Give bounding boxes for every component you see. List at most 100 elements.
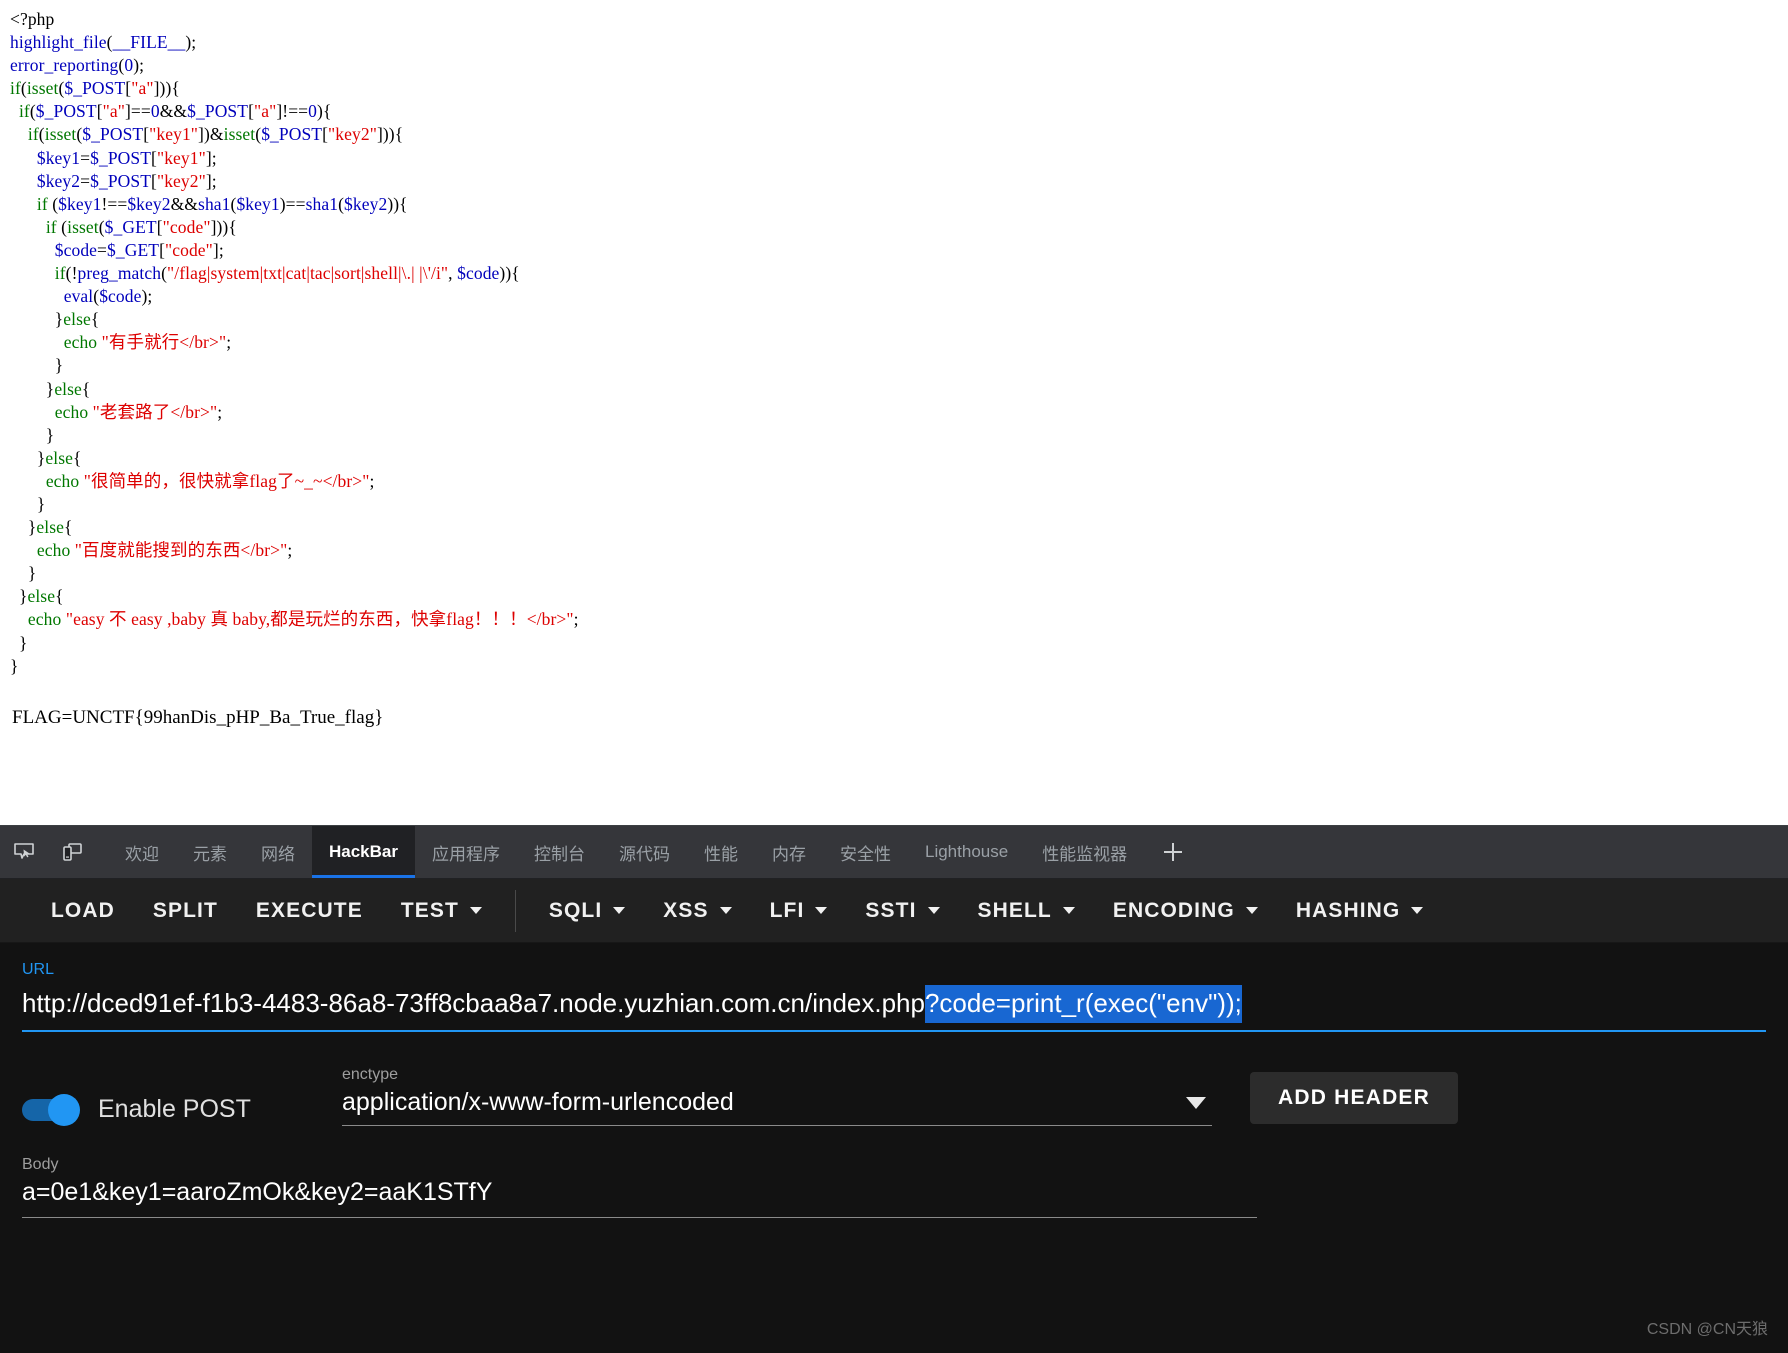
code-line: } [10, 424, 579, 447]
enctype-select[interactable]: application/x-www-form-urlencoded [342, 1088, 1212, 1126]
tab-application[interactable]: 应用程序 [415, 826, 517, 878]
php-source-page: <?php highlight_file(__FILE__); error_repo… [0, 0, 1788, 825]
code-token: $_POST [90, 147, 152, 168]
code-token: ])){ [210, 216, 237, 237]
load-button[interactable]: LOAD [32, 889, 134, 933]
code-token: if [45, 216, 57, 237]
tab-label: 内存 [772, 844, 806, 864]
code-line: echo "百度就能搜到的东西</br>"; [10, 539, 579, 562]
code-token: if [10, 78, 21, 99]
code-line: } [10, 562, 579, 585]
code-token: ( [47, 193, 59, 214]
code-token: ; [287, 540, 293, 561]
code-token: } [10, 586, 28, 607]
execute-button[interactable]: EXECUTE [237, 889, 382, 933]
tab-elements[interactable]: 元素 [176, 826, 244, 878]
code-token: "a" [254, 101, 277, 122]
code-token: sha1 [198, 193, 231, 214]
chevron-down-icon [1411, 907, 1424, 914]
code-token: if [27, 124, 39, 145]
enable-post-toggle[interactable] [22, 1093, 80, 1126]
code-token: )){ [499, 263, 520, 284]
code-token: ); [133, 55, 145, 76]
xss-menu-button[interactable]: XSS [644, 889, 750, 933]
shell-menu-button[interactable]: SHELL [959, 889, 1094, 933]
code-token: = [80, 170, 91, 191]
tab-performance-monitor[interactable]: 性能监视器 [1025, 826, 1144, 878]
code-token: <?php [10, 9, 55, 29]
code-token: ]; [205, 170, 217, 191]
sqli-menu-button[interactable]: SQLI [530, 889, 644, 933]
device-toolbar-icon[interactable] [48, 826, 96, 878]
code-token: && [170, 193, 199, 214]
tab-sources[interactable]: 源代码 [602, 826, 687, 878]
code-token: else [36, 517, 65, 538]
code-line: } [10, 632, 579, 655]
code-token: isset [44, 124, 77, 145]
tab-hackbar[interactable]: HackBar [312, 826, 415, 878]
inspect-element-icon[interactable] [0, 826, 48, 878]
button-label: SQLI [548, 898, 603, 922]
code-token: ; [217, 401, 223, 422]
code-token: else [54, 378, 82, 399]
tab-network[interactable]: 网络 [244, 826, 312, 878]
code-token: ]!== [276, 101, 309, 122]
chevron-down-icon [469, 907, 482, 914]
tab-security[interactable]: 安全性 [823, 826, 908, 878]
code-token: $code [54, 239, 98, 260]
enctype-label: enctype [342, 1066, 399, 1083]
tab-welcome[interactable]: 欢迎 [108, 826, 176, 878]
code-token: "百度就能搜到的东西</br>" [74, 540, 288, 561]
code-token: isset [67, 216, 99, 237]
code-token: "key1" [149, 124, 199, 145]
chevron-down-icon [815, 907, 828, 914]
hashing-menu-button[interactable]: HASHING [1277, 889, 1443, 933]
tab-label: HackBar [329, 842, 398, 861]
url-input[interactable]: http://dced91ef-f1b3-4483-86a8-73ff8cbaa… [22, 985, 1766, 1023]
tab-lighthouse[interactable]: Lighthouse [908, 826, 1025, 878]
code-line: if(isset($_POST["key1"])&isset($_POST["k… [10, 123, 579, 146]
tab-performance[interactable]: 性能 [687, 826, 755, 878]
tab-label: Lighthouse [925, 842, 1009, 861]
enable-post-toggle-group[interactable]: Enable POST [22, 1093, 342, 1126]
add-header-button[interactable]: ADD HEADER [1250, 1072, 1459, 1124]
tab-label: 性能监视器 [1042, 844, 1128, 864]
code-line: if (isset($_GET["code"])){ [10, 216, 579, 239]
code-token: ])){ [153, 78, 180, 99]
ssti-menu-button[interactable]: SSTI [846, 889, 958, 933]
code-line: echo "老套路了</br>"; [10, 401, 579, 424]
body-input[interactable]: a=0e1&key1=aaroZmOk&key2=aaK1STfY [22, 1178, 1257, 1218]
code-token: echo [54, 401, 89, 422]
encoding-menu-button[interactable]: ENCODING [1094, 889, 1277, 933]
code-token: } [10, 563, 37, 584]
code-line: }else{ [10, 516, 579, 539]
code-token: } [10, 517, 37, 538]
add-panel-icon[interactable] [1144, 826, 1202, 878]
tab-label: 性能 [704, 844, 738, 864]
test-menu-button[interactable]: TEST [382, 889, 501, 933]
code-line: highlight_file(__FILE__); [10, 31, 579, 54]
tab-console[interactable]: 控制台 [517, 826, 602, 878]
lfi-menu-button[interactable]: LFI [751, 889, 847, 933]
url-selected-text: ?code=print_r(exec("env")); [924, 985, 1242, 1023]
code-token: $_GET [107, 239, 160, 260]
code-line: }else{ [10, 585, 579, 608]
tab-memory[interactable]: 内存 [755, 826, 823, 878]
code-line: }else{ [10, 447, 579, 470]
tab-label: 网络 [261, 844, 295, 864]
button-label: LFI [769, 898, 805, 922]
code-line: $key1=$_POST["key1"]; [10, 147, 579, 170]
code-token: "easy 不 easy ,baby 真 baby,都是玩烂的东西，快拿flag… [65, 609, 574, 630]
code-token: $_GET [104, 216, 157, 237]
code-token: else [27, 586, 56, 607]
code-token: $key2 [36, 170, 81, 191]
split-button[interactable]: SPLIT [134, 889, 237, 933]
code-token: "key2" [156, 170, 206, 191]
button-label: SPLIT [152, 898, 218, 922]
code-token: 0 [150, 101, 160, 122]
